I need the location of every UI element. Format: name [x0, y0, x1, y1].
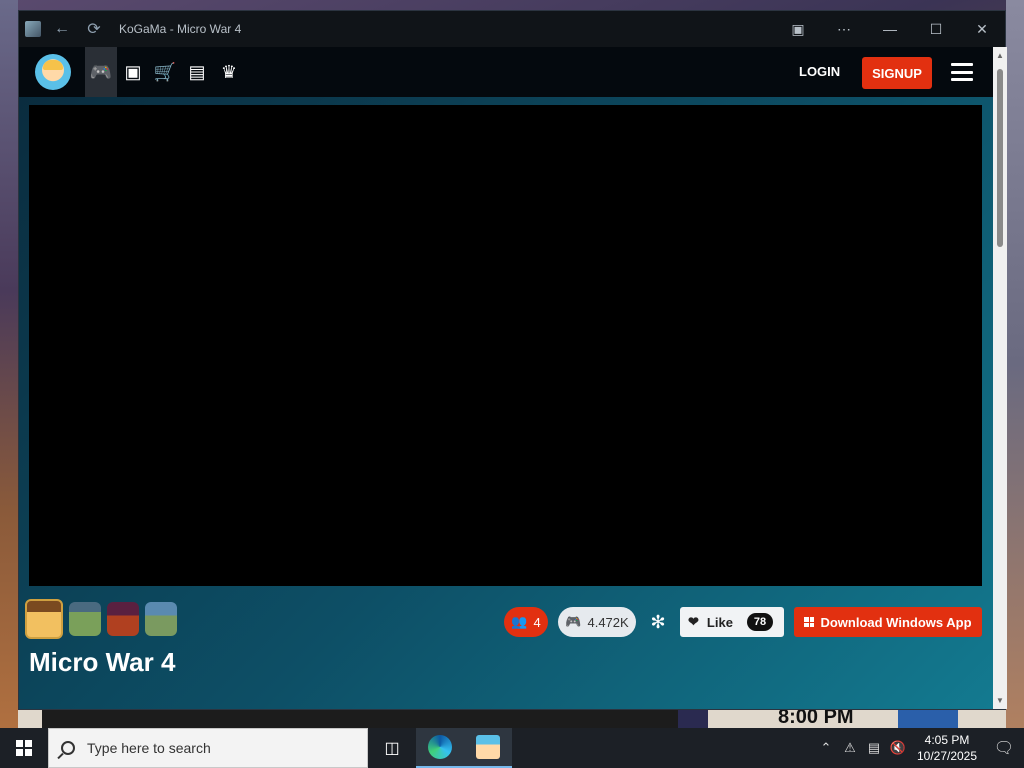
background-time-text: 8:00 PM: [778, 708, 854, 728]
background-window-peek: 8:00 PM: [18, 708, 1006, 728]
title-bar: ← ⟳ KoGaMa - Micro War 4 ▣ ⋯ — ☐ ✕: [19, 11, 1005, 47]
background-logo: [898, 708, 958, 728]
background-thumbnail: [678, 708, 708, 728]
avatar[interactable]: [107, 602, 139, 636]
back-arrow-icon[interactable]: ←: [51, 18, 73, 40]
shop-cart-icon[interactable]: 🛒: [149, 47, 181, 97]
maximize-button[interactable]: ☐: [913, 11, 959, 47]
kogama-logo[interactable]: [35, 54, 71, 90]
background-video-strip: [42, 708, 682, 728]
players-online-badge: 👥 4: [504, 607, 548, 637]
player-avatars: [25, 599, 177, 639]
app-icon: [25, 21, 41, 37]
leaderboard-crown-icon[interactable]: ♛: [213, 47, 245, 97]
windows-taskbar: Type here to search ◫ ⌃ ⚠ ▤ 🔇 4:05 PM 10…: [0, 728, 1024, 768]
login-link[interactable]: LOGIN: [799, 64, 840, 79]
plays-badge: 🎮 4.472K: [558, 607, 636, 637]
more-options-icon[interactable]: ⋯: [821, 11, 867, 47]
site-header: 🎮 ▣ 🛒 ▤ ♛ LOGIN SIGNUP: [19, 47, 993, 97]
start-button[interactable]: [0, 728, 48, 768]
hamburger-menu-icon[interactable]: [951, 63, 973, 81]
vertical-scrollbar[interactable]: ▲ ▼: [993, 47, 1007, 709]
build-cubes-icon[interactable]: ▣: [117, 47, 149, 97]
download-label: Download Windows App: [820, 614, 972, 630]
kogama-app-icon: [476, 735, 500, 759]
plays-count: 4.472K: [587, 614, 629, 630]
scroll-thumb[interactable]: [997, 69, 1003, 247]
clock-date: 10/27/2025: [916, 749, 978, 763]
desktop-background-right: [1006, 0, 1024, 728]
search-icon: [61, 741, 75, 755]
scroll-down-arrow-icon[interactable]: ▼: [996, 696, 1004, 705]
scroll-up-arrow-icon[interactable]: ▲: [996, 51, 1004, 60]
users-icon: 👥: [511, 614, 528, 629]
site-content: 🎮 ▣ 🛒 ▤ ♛ LOGIN SIGNUP Micro War 4 👥 4 🎮: [19, 47, 993, 709]
edge-browser-icon: [428, 735, 452, 759]
desktop-background-left: [0, 0, 18, 728]
games-gamepad-icon[interactable]: 🎮: [85, 47, 117, 97]
like-button[interactable]: ❤ Like 78: [680, 607, 784, 637]
system-tray: ⌃ ⚠ ▤ 🔇 4:05 PM 10/27/2025 🗨: [814, 732, 1024, 764]
task-view-icon[interactable]: ◫: [368, 728, 416, 768]
players-count: 4: [533, 614, 541, 630]
volume-muted-icon[interactable]: 🔇: [886, 740, 910, 756]
gamepad-icon: 🎮: [565, 614, 582, 629]
avatar[interactable]: [25, 599, 63, 639]
game-stats-bar: 👥 4 🎮 4.472K ✻ ❤ Like 78 Download Window…: [504, 607, 982, 637]
taskbar-edge[interactable]: [416, 728, 464, 768]
game-title: Micro War 4: [29, 647, 176, 677]
avatar[interactable]: [69, 602, 101, 636]
show-hidden-icons-chevron-icon[interactable]: ⌃: [814, 740, 838, 756]
minimize-button[interactable]: —: [867, 11, 913, 47]
like-count: 78: [746, 613, 774, 631]
search-placeholder: Type here to search: [87, 740, 211, 756]
avatar[interactable]: [145, 602, 177, 636]
window-title: KoGaMa - Micro War 4: [119, 22, 242, 36]
browser-app-window: ← ⟳ KoGaMa - Micro War 4 ▣ ⋯ — ☐ ✕ 🎮 ▣ 🛒…: [18, 10, 1007, 710]
clock-time: 4:05 PM: [924, 733, 970, 747]
windows-logo-icon: [804, 617, 815, 627]
app-available-icon[interactable]: ▣: [775, 11, 821, 47]
news-icon[interactable]: ▤: [181, 47, 213, 97]
network-icon[interactable]: ▤: [862, 740, 886, 756]
taskbar-clock[interactable]: 4:05 PM 10/27/2025: [910, 732, 984, 764]
windows-logo-icon: [16, 740, 32, 756]
signup-button[interactable]: SIGNUP: [862, 57, 932, 89]
refresh-icon[interactable]: ⟳: [83, 18, 105, 40]
notifications-icon[interactable]: 🗨: [984, 738, 1024, 758]
share-icon[interactable]: ✻: [646, 607, 670, 637]
game-player-frame[interactable]: [29, 105, 982, 586]
like-label: Like: [706, 614, 733, 630]
taskbar-kogama[interactable]: [464, 728, 512, 768]
download-windows-app-button[interactable]: Download Windows App: [794, 607, 982, 637]
heart-icon: ❤: [688, 614, 699, 629]
security-alert-icon[interactable]: ⚠: [838, 740, 862, 756]
close-button[interactable]: ✕: [959, 11, 1005, 47]
taskbar-search-box[interactable]: Type here to search: [48, 728, 368, 768]
